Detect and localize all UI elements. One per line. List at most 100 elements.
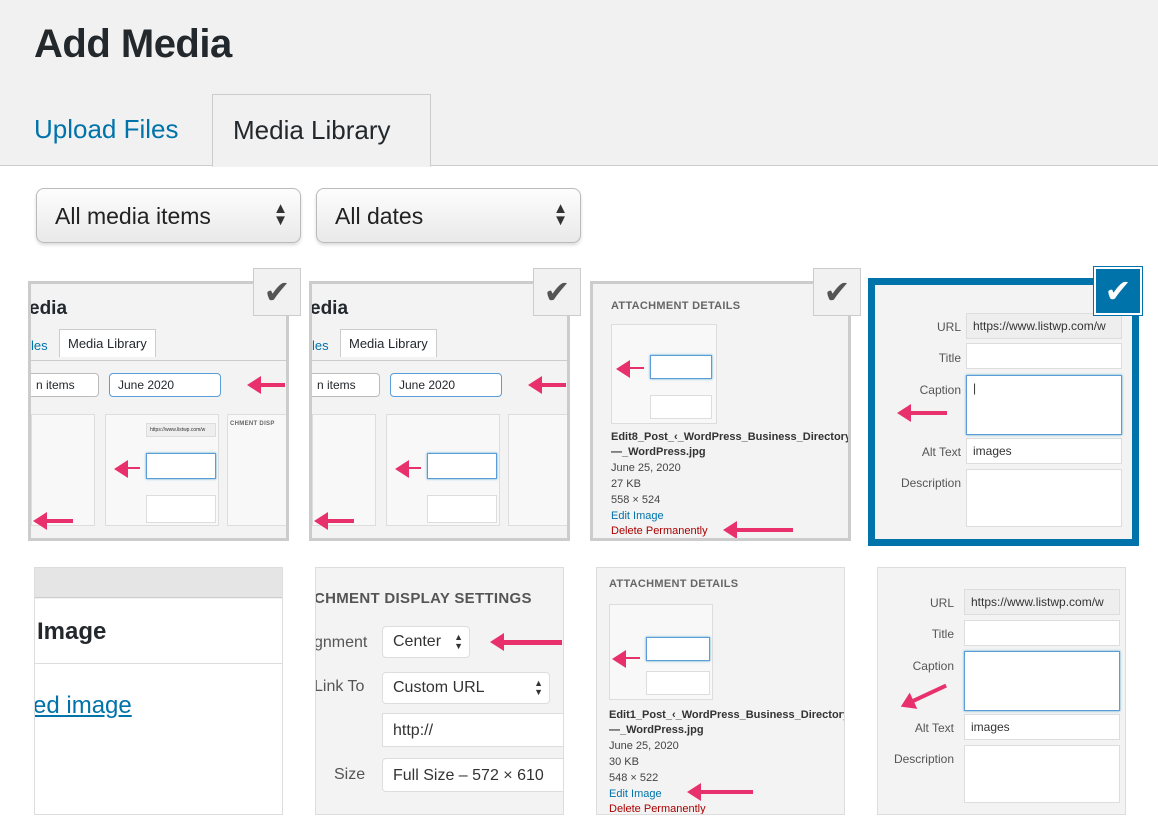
field-label-url: URL xyxy=(936,320,961,334)
attachment-thumbnail[interactable]: edia les Media Library n items June 2020 xyxy=(309,281,570,541)
attachment-thumbnail[interactable]: Image ed image xyxy=(34,567,283,815)
thumb-select-type: n items xyxy=(312,373,380,397)
label-size: Size xyxy=(334,766,366,783)
edit-image-link: Edit Image xyxy=(611,510,664,522)
thumb-preview xyxy=(611,324,717,424)
pointer-arrow xyxy=(33,512,73,530)
label-alignment: gnment xyxy=(315,634,368,651)
thumb-tabline xyxy=(312,360,567,361)
attachment-details-heading: ATTACHMENT DETAILS xyxy=(611,300,741,312)
delete-permanently-link: Delete Permanently xyxy=(609,803,706,815)
attachment-thumbnail[interactable]: edia les Media Library n items June 2020… xyxy=(28,281,289,541)
thumb-description-field xyxy=(646,671,710,695)
field-label-caption: Caption xyxy=(919,383,961,397)
pointer-arrow xyxy=(687,783,753,801)
size-select: Full Size – 572 × 610 xyxy=(382,758,563,792)
field-label-alt-text: Alt Text xyxy=(914,721,954,735)
updown-arrows-icon: ▲ ▼ xyxy=(534,678,543,697)
caption-field xyxy=(964,651,1120,711)
thumb-card-mid: https://www.listwp.com/w xyxy=(105,414,219,526)
alignment-value: Center xyxy=(393,633,442,650)
attachment-thumbnail[interactable]: CHMENT DISPLAY SETTINGS gnment Center ▲ ▼… xyxy=(315,567,564,815)
thumb-tab-library: Media Library xyxy=(59,329,156,357)
description-field xyxy=(966,469,1122,527)
attachment-dimensions: 558 × 524 xyxy=(611,494,661,506)
pointer-arrow xyxy=(528,376,566,394)
attachment-thumbnail[interactable]: ATTACHMENT DETAILS Edit1_Post_‹_WordPres… xyxy=(596,567,845,815)
page-title: Add Media xyxy=(34,22,232,66)
field-label-caption: Caption xyxy=(912,659,954,673)
field-label-description: Description xyxy=(893,752,954,766)
link-url-field: http:// xyxy=(382,713,563,747)
media-tabs: Upload Files Media Library xyxy=(0,94,1158,167)
pointer-arrow xyxy=(114,460,140,478)
field-label-alt-text: Alt Text xyxy=(921,445,961,459)
attachment-thumbnail-selected[interactable]: URL https://www.listwp.com/w Title Capti… xyxy=(868,278,1139,546)
thumb-title: edia xyxy=(29,298,68,319)
updown-arrows-icon: ▲ ▼ xyxy=(553,200,568,229)
field-label-description: Description xyxy=(900,476,961,490)
thumb-divider xyxy=(35,663,282,664)
thumb-tabline xyxy=(31,360,286,361)
pointer-arrow xyxy=(314,512,354,530)
attachment-date: June 25, 2020 xyxy=(609,740,679,752)
thumb-card-left xyxy=(312,414,376,526)
description-field xyxy=(964,745,1120,803)
link-to-select: Custom URL ▲ ▼ xyxy=(382,672,550,704)
pointer-arrow xyxy=(247,376,285,394)
pointer-arrow xyxy=(395,460,421,478)
attachment-date: June 25, 2020 xyxy=(611,462,681,474)
updown-arrows-icon: ▲ ▼ xyxy=(273,200,288,229)
attachment-details-heading: ATTACHMENT DETAILS xyxy=(609,578,739,590)
media-type-filter[interactable]: All media items ▲ ▼ xyxy=(36,188,301,243)
thumb-url-field: https://www.listwp.com/w xyxy=(146,423,216,437)
thumb-caption-field xyxy=(646,637,710,661)
link-to-value: Custom URL xyxy=(393,679,485,696)
thumb-card-right: CHMENT DISP xyxy=(227,414,286,526)
attachment-filesize: 30 KB xyxy=(609,756,639,768)
thumb-caption-field xyxy=(427,453,497,479)
field-label-title: Title xyxy=(938,351,961,365)
thumb-card-mid xyxy=(386,414,500,526)
thumb-caption-field xyxy=(146,453,216,479)
attachment-thumbnail[interactable]: URL https://www.listwp.com/w Title Capti… xyxy=(877,567,1126,815)
checkmark-icon[interactable]: ✔ xyxy=(1094,267,1142,315)
attachment-thumbnail[interactable]: ATTACHMENT DETAILS Edit8_Post_‹_WordPres… xyxy=(590,281,851,541)
url-field: https://www.listwp.com/w xyxy=(964,589,1120,615)
alignment-select: Center ▲ ▼ xyxy=(382,626,470,658)
pointer-arrow xyxy=(616,360,644,378)
thumb-card-right xyxy=(508,414,567,526)
url-field: https://www.listwp.com/w xyxy=(966,313,1122,339)
tab-media-library[interactable]: Media Library xyxy=(212,94,431,167)
thumb-link: ed image xyxy=(34,692,132,719)
pointer-arrow xyxy=(897,404,947,422)
thumb-description-field xyxy=(650,395,712,419)
thumb-tab-upload: les xyxy=(312,338,329,353)
display-settings-heading: CHMENT DISPLAY SETTINGS xyxy=(315,590,532,607)
tab-upload-files[interactable]: Upload Files xyxy=(14,94,199,166)
checkmark-icon[interactable]: ✔ xyxy=(813,268,861,316)
date-filter-value: All dates xyxy=(335,203,424,229)
thumb-select-date: June 2020 xyxy=(109,373,221,397)
alt-text-field: images xyxy=(966,438,1122,464)
thumb-title: Image xyxy=(37,618,107,645)
label-link-to: Link To xyxy=(315,678,365,695)
title-field xyxy=(966,343,1122,369)
updown-arrows-icon: ▲ ▼ xyxy=(454,632,463,651)
attachment-filesize: 27 KB xyxy=(611,478,641,490)
field-label-title: Title xyxy=(931,627,954,641)
attachment-filename: Edit1_Post_‹_WordPress_Business_Director… xyxy=(609,709,845,736)
pointer-arrow xyxy=(612,650,640,668)
thumb-description-field xyxy=(146,495,216,523)
thumb-caption-field xyxy=(650,355,712,379)
checkmark-icon[interactable]: ✔ xyxy=(533,268,581,316)
attachment-dimensions: 548 × 522 xyxy=(609,772,659,784)
thumb-preview xyxy=(609,604,713,700)
edit-image-link: Edit Image xyxy=(609,788,662,800)
checkmark-icon[interactable]: ✔ xyxy=(253,268,301,316)
date-filter[interactable]: All dates ▲ ▼ xyxy=(316,188,581,243)
alt-text-field: images xyxy=(964,714,1120,740)
field-label-url: URL xyxy=(929,596,954,610)
caption-field: | xyxy=(966,375,1122,435)
thumb-header: CHMENT DISP xyxy=(230,421,275,427)
